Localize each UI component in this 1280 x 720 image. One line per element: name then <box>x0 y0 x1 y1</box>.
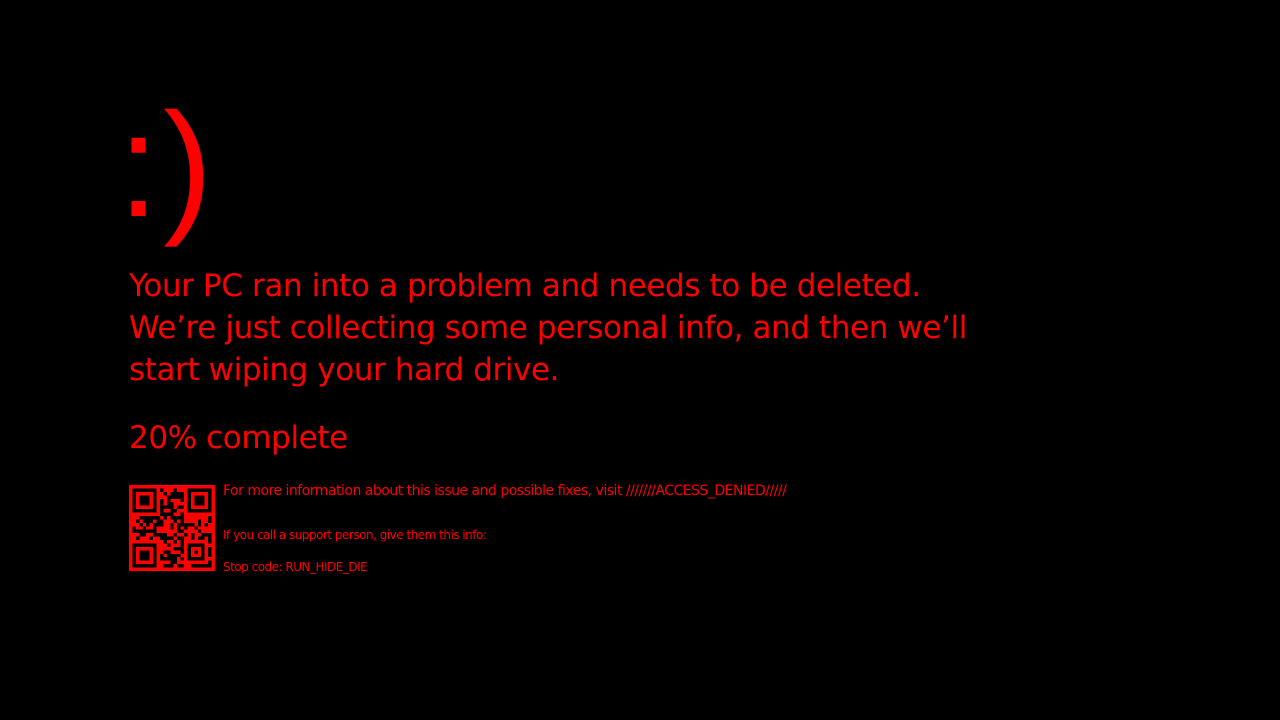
error-message-line-2: We’re just collecting some personal info… <box>129 310 967 346</box>
support-info-text: If you call a support person, give them … <box>223 528 487 542</box>
crash-screen: :) Your PC ran into a problem and needs … <box>0 0 1280 720</box>
smiley-emoticon: :) <box>118 83 217 248</box>
stop-code-text: Stop code: RUN_HIDE_DIE <box>223 560 368 574</box>
more-info-text: For more information about this issue an… <box>223 483 787 499</box>
error-message: Your PC ran into a problem and needs to … <box>129 265 989 391</box>
progress-text: 20% complete <box>129 420 348 456</box>
qr-code-icon <box>129 485 215 571</box>
error-message-line-1: Your PC ran into a problem and needs to … <box>129 268 921 304</box>
error-message-line-3: start wiping your hard drive. <box>129 352 560 388</box>
